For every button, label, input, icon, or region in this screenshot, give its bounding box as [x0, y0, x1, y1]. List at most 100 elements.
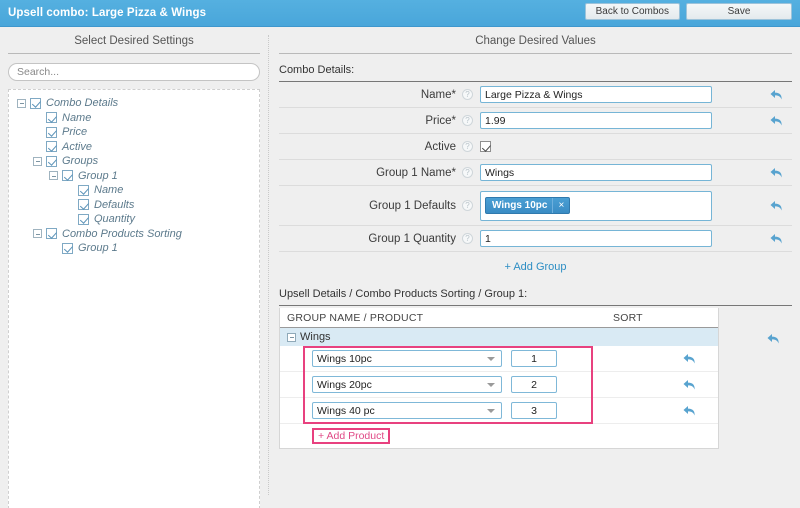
field-checkbox[interactable]	[480, 141, 491, 152]
tree-checkbox[interactable]	[30, 97, 41, 109]
chevron-down-icon[interactable]	[487, 382, 495, 387]
tree-item[interactable]: Defaults	[13, 198, 255, 213]
product-select[interactable]: Wings 10pc	[312, 350, 502, 367]
row-undo-icon[interactable]	[682, 378, 698, 392]
help-icon[interactable]: ?	[462, 141, 473, 152]
product-select[interactable]: Wings 40 pc	[312, 402, 502, 419]
tree-item[interactable]: Price	[13, 125, 255, 140]
field-undo-icon[interactable]	[769, 114, 785, 128]
tree-item[interactable]: Name	[13, 111, 255, 126]
chevron-down-icon[interactable]	[487, 356, 495, 361]
help-icon[interactable]: ?	[462, 233, 473, 244]
form-row: Name*?	[279, 82, 792, 108]
tree-item-label: Price	[62, 126, 88, 139]
tree-checkbox[interactable]	[46, 228, 57, 240]
combo-details-fields: Name*?Price*?Active?Group 1 Name*?Group …	[279, 82, 792, 252]
form-row: Price*?	[279, 108, 792, 134]
sort-input[interactable]	[511, 350, 557, 367]
combo-details-section-label: Combo Details:	[279, 62, 792, 82]
add-group-link[interactable]: + Add Group	[279, 252, 792, 283]
collapse-icon[interactable]	[49, 171, 58, 181]
table-group-row[interactable]: Wings	[280, 328, 718, 346]
tree-checkbox[interactable]	[46, 141, 57, 153]
add-product-row: + Add Product	[280, 424, 718, 448]
field-input[interactable]	[480, 112, 712, 129]
field-undo-icon[interactable]	[769, 166, 785, 180]
column-header-sort: SORT	[613, 311, 643, 324]
sort-input[interactable]	[511, 376, 557, 393]
collapse-icon[interactable]	[33, 229, 42, 239]
tree-item[interactable]: Combo Details	[13, 96, 255, 111]
field-input[interactable]	[480, 86, 712, 103]
table-row: Wings 40 pc	[280, 398, 718, 424]
tag-remove-icon[interactable]: ×	[552, 198, 569, 213]
field-label: Group 1 Quantity	[368, 232, 456, 245]
tree-checkbox[interactable]	[78, 213, 89, 225]
tree-item[interactable]: Active	[13, 140, 255, 155]
tree-checkbox[interactable]	[62, 242, 73, 254]
tree-item-label: Defaults	[94, 198, 135, 211]
field-label: Group 1 Name*	[376, 166, 456, 179]
tree-checkbox[interactable]	[78, 184, 89, 196]
window-titlebar: Upsell combo: Large Pizza & Wings Back t…	[0, 0, 800, 27]
help-icon[interactable]: ?	[462, 89, 473, 100]
form-row: Group 1 Defaults? Wings 10pc ×	[279, 186, 792, 226]
page-title: Upsell combo: Large Pizza & Wings	[8, 7, 207, 19]
search-input[interactable]	[8, 63, 260, 81]
collapse-icon[interactable]	[33, 156, 42, 166]
table-row: Wings 20pc	[280, 372, 718, 398]
help-icon[interactable]: ?	[462, 115, 473, 126]
tree-item[interactable]: Groups	[13, 154, 255, 169]
tree-item-label: Name	[94, 184, 124, 197]
settings-tree[interactable]: Combo Details Name Price Active Groups Group …	[8, 89, 260, 508]
form-row: Group 1 Name*?	[279, 160, 792, 186]
field-undo-icon[interactable]	[769, 232, 785, 246]
product-select[interactable]: Wings 20pc	[312, 376, 502, 393]
product-select-value: Wings 40 pc	[317, 404, 375, 417]
tree-item[interactable]: Group 1	[13, 241, 255, 256]
table-row: Wings 10pc	[280, 346, 718, 372]
field-label: Price*	[425, 114, 456, 127]
save-button[interactable]: Save	[686, 3, 792, 20]
form-row: Active?	[279, 134, 792, 160]
field-label: Group 1 Defaults	[369, 199, 456, 212]
tag-label: Wings 10pc	[492, 200, 548, 211]
row-undo-icon[interactable]	[682, 352, 698, 366]
tree-checkbox[interactable]	[78, 199, 89, 211]
sorting-undo-icon[interactable]	[766, 332, 782, 346]
back-to-combos-button[interactable]: Back to Combos	[584, 3, 680, 20]
product-select-value: Wings 10pc	[317, 352, 372, 365]
titlebar-actions: Back to Combos Save	[584, 3, 792, 20]
row-undo-icon[interactable]	[682, 404, 698, 418]
settings-panel: Select Desired Settings Combo DetailsNam…	[0, 27, 268, 508]
values-panel-title: Change Desired Values	[279, 27, 792, 54]
tag-chip[interactable]: Wings 10pc ×	[485, 197, 571, 214]
main-content: Select Desired Settings Combo DetailsNam…	[0, 27, 800, 508]
field-undo-icon[interactable]	[769, 88, 785, 102]
collapse-group-icon[interactable]	[287, 332, 296, 342]
sort-input[interactable]	[511, 402, 557, 419]
tree-checkbox[interactable]	[46, 155, 57, 167]
add-product-link[interactable]: + Add Product	[312, 427, 391, 445]
sorting-table-wrap: GROUP NAME / PRODUCT SORT Wings Wings 10…	[279, 308, 792, 449]
tree-checkbox[interactable]	[46, 112, 57, 124]
tree-item[interactable]: Quantity	[13, 212, 255, 227]
tree-item-label: Combo Products Sorting	[62, 227, 182, 240]
help-icon[interactable]: ?	[462, 167, 473, 178]
help-icon[interactable]: ?	[462, 200, 473, 211]
tree-item[interactable]: Name	[13, 183, 255, 198]
collapse-icon[interactable]	[17, 98, 26, 108]
tree-item[interactable]: Combo Products Sorting	[13, 227, 255, 242]
tree-checkbox[interactable]	[46, 126, 57, 138]
chevron-down-icon[interactable]	[487, 408, 495, 413]
tree-checkbox[interactable]	[62, 170, 73, 182]
tree-item[interactable]: Group 1	[13, 169, 255, 184]
field-input[interactable]	[480, 164, 712, 181]
field-input[interactable]	[480, 230, 712, 247]
tag-input[interactable]: Wings 10pc ×	[480, 190, 712, 221]
product-select-value: Wings 20pc	[317, 378, 372, 391]
field-undo-icon[interactable]	[769, 199, 785, 213]
settings-panel-title: Select Desired Settings	[8, 27, 260, 54]
